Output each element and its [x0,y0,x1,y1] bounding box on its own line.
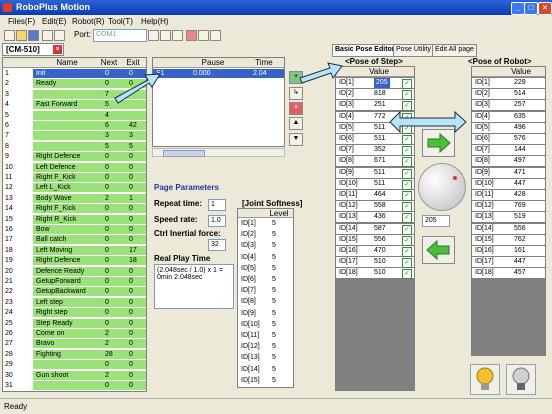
annotation-arrows [114,62,467,134]
status-text: Ready [4,402,28,411]
annotation-arrow-2 [299,62,343,84]
annotation-arrow-3 [389,110,467,134]
annotation-arrow-1 [114,73,161,104]
status-bar: Ready [0,398,552,414]
